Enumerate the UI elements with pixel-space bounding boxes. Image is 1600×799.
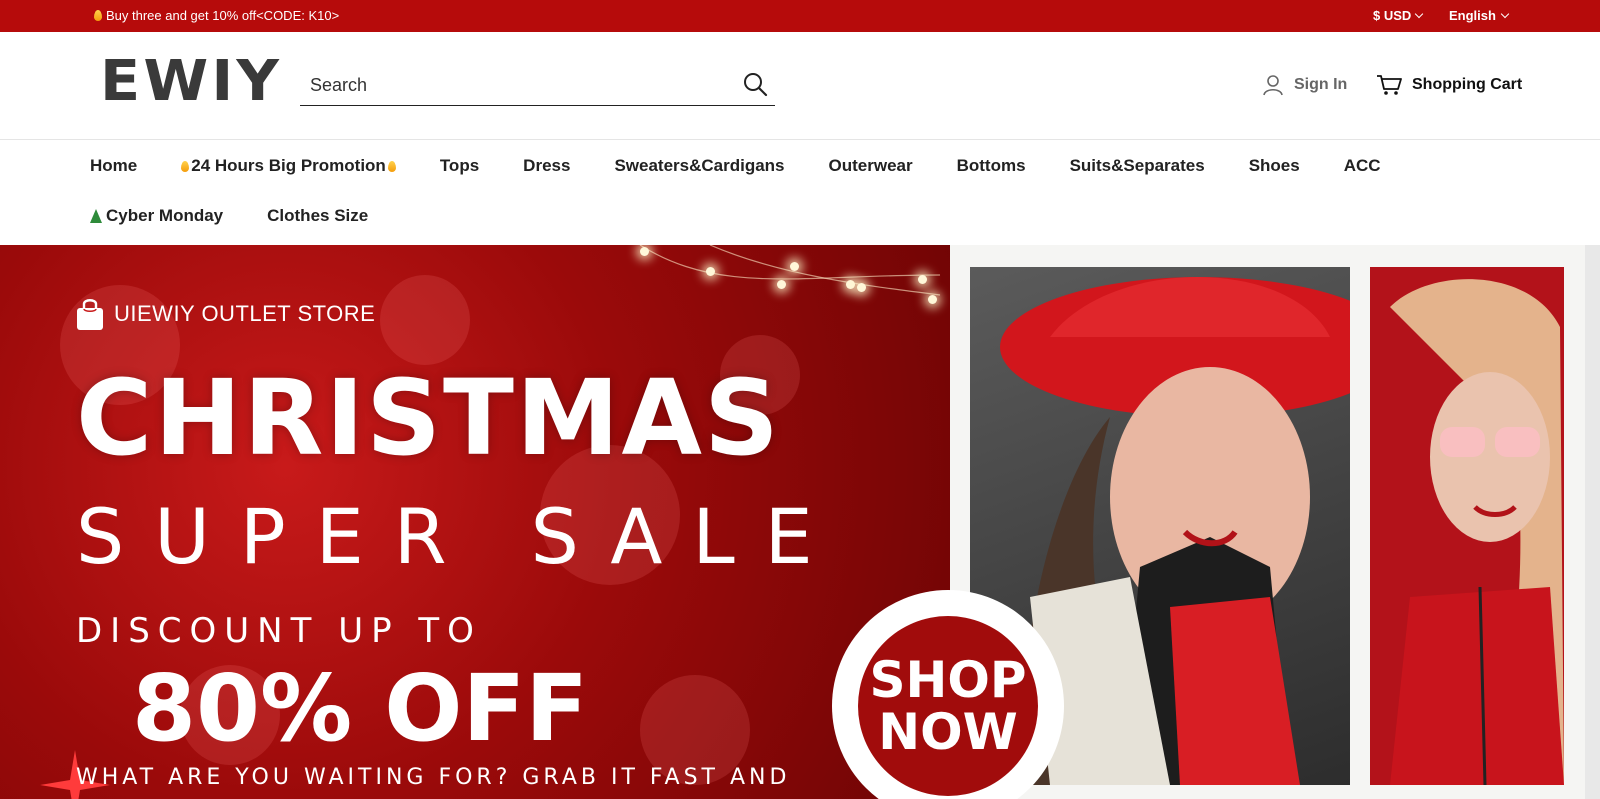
flame-icon <box>94 10 102 21</box>
main-navigation: Home 24 Hours Big Promotion Tops Dress S… <box>0 140 1600 245</box>
chevron-down-icon <box>1415 9 1424 19</box>
search-bar <box>300 64 775 106</box>
cart-label: Shopping Cart <box>1412 76 1523 93</box>
flame-icon <box>181 160 190 172</box>
sign-in-label: Sign In <box>1294 76 1348 93</box>
string-light <box>777 280 786 289</box>
store-label-text: UIEWIY OUTLET STORE <box>114 301 376 326</box>
language-selector[interactable]: English <box>1449 8 1510 23</box>
nav-item-label: Clothes Size <box>267 206 369 225</box>
model-illustration <box>1370 267 1564 785</box>
nav-item-label: Dress <box>523 156 571 175</box>
nav-item-label: Cyber Monday <box>106 206 224 225</box>
discount-value: 80% OFF <box>132 655 589 762</box>
nav-item-label: Home <box>90 156 138 175</box>
user-icon <box>1263 75 1283 96</box>
shopping-cart-link[interactable]: Shopping Cart <box>1376 74 1522 96</box>
nav-item-acc[interactable]: ACC <box>1344 156 1381 176</box>
nav-item-label: Tops <box>439 156 480 175</box>
site-logo[interactable]: EWIY <box>100 52 291 112</box>
shop-now-line1: SHOP <box>869 651 1027 709</box>
currency-selector[interactable]: $ USD <box>1373 8 1424 23</box>
nav-item-home[interactable]: Home <box>90 156 137 176</box>
nav-item-suits-separates[interactable]: Suits&Separates <box>1070 156 1205 176</box>
christmas-tree-icon <box>90 209 102 223</box>
nav-item-label: Outerwear <box>828 156 913 175</box>
nav-item-clothes-size[interactable]: Clothes Size <box>267 206 368 226</box>
store-label: UIEWIY OUTLET STORE <box>76 297 375 331</box>
chevron-down-icon <box>1500 9 1510 19</box>
cart-icon <box>1377 75 1402 95</box>
promo-message: Buy three and get 10% off<CODE: K10> <box>94 8 339 23</box>
model-photo-sunglasses <box>1370 267 1564 785</box>
string-lights-wire <box>639 245 941 296</box>
string-light <box>640 247 649 256</box>
string-light <box>918 275 927 284</box>
nav-item-label: Suits&Separates <box>1069 156 1205 175</box>
language-label: English <box>1449 8 1496 23</box>
nav-item-outerwear[interactable]: Outerwear <box>829 156 913 176</box>
nav-item-label: ACC <box>1343 156 1381 175</box>
search-icon[interactable] <box>741 70 769 98</box>
hero-promo-panel: UIEWIY OUTLET STORE CHRISTMAS SUPER SALE… <box>0 245 950 799</box>
hero-title: CHRISTMAS <box>76 357 781 479</box>
shopping-bag-icon <box>77 299 103 330</box>
hero-banner[interactable]: UIEWIY OUTLET STORE CHRISTMAS SUPER SALE… <box>0 245 1600 799</box>
string-light <box>846 280 855 289</box>
nav-item-24-hours-promotion[interactable]: 24 Hours Big Promotion <box>181 156 396 176</box>
nav-row: Home 24 Hours Big Promotion Tops Dress S… <box>90 156 1381 176</box>
hero-subtitle: SUPER SALE <box>76 492 843 581</box>
sign-in-link[interactable]: Sign In <box>1262 74 1347 96</box>
string-light <box>928 295 937 304</box>
nav-item-shoes[interactable]: Shoes <box>1249 156 1300 176</box>
promo-text: Buy three and get 10% off<CODE: K10> <box>106 8 340 23</box>
nav-item-sweaters-cardigans[interactable]: Sweaters&Cardigans <box>614 156 784 176</box>
page-scrollbar[interactable] <box>1585 245 1600 799</box>
shop-now-circle: SHOP NOW <box>858 616 1038 796</box>
flame-icon <box>387 160 396 172</box>
bokeh-decoration <box>380 275 470 365</box>
discount-line: DISCOUNT UP TO <box>76 611 482 651</box>
nav-item-label: 24 Hours Big Promotion <box>191 156 386 175</box>
nav-row: Cyber Monday Clothes Size <box>90 206 368 226</box>
nav-item-cyber-monday[interactable]: Cyber Monday <box>90 206 223 226</box>
announcement-bar: Buy three and get 10% off<CODE: K10> $ U… <box>0 0 1600 32</box>
nav-item-label: Sweaters&Cardigans <box>614 156 785 175</box>
currency-label: $ USD <box>1373 8 1412 23</box>
nav-item-label: Shoes <box>1248 156 1300 175</box>
nav-item-label: Bottoms <box>956 156 1026 175</box>
shop-now-line2: NOW <box>878 703 1018 761</box>
nav-item-bottoms[interactable]: Bottoms <box>957 156 1026 176</box>
hero-tagline: WHAT ARE YOU WAITING FOR? GRAB IT FAST A… <box>76 765 791 790</box>
string-light <box>790 262 799 271</box>
nav-item-tops[interactable]: Tops <box>440 156 479 176</box>
site-header: EWIY Sign In Shopping Cart <box>0 32 1600 140</box>
string-light <box>857 283 866 292</box>
nav-item-dress[interactable]: Dress <box>523 156 570 176</box>
string-light <box>706 267 715 276</box>
search-input[interactable] <box>310 70 710 100</box>
